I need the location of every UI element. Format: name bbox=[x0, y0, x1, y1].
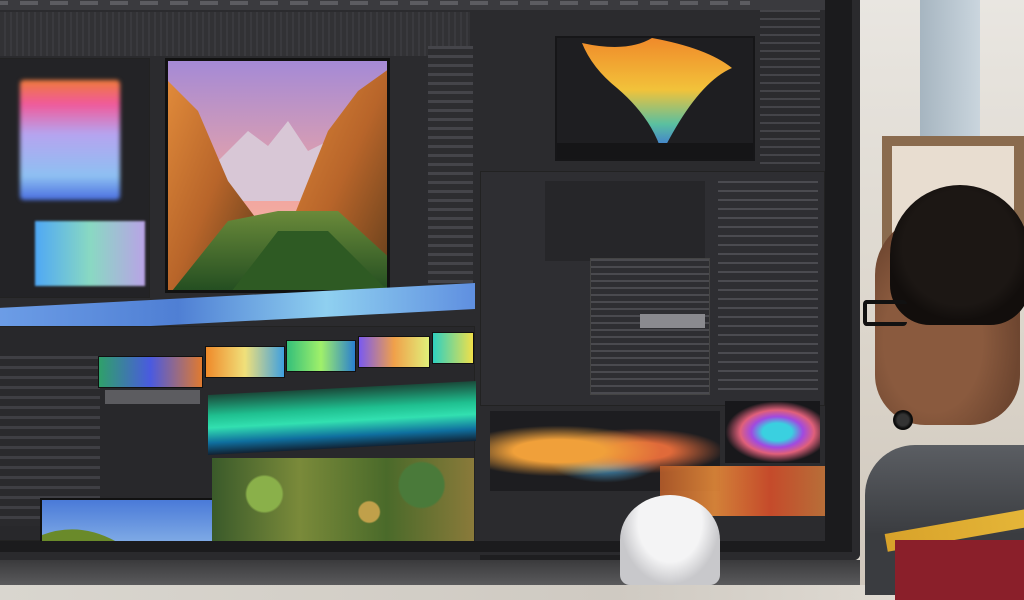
window bbox=[920, 0, 980, 140]
red-shirt bbox=[895, 540, 1024, 600]
desk bbox=[0, 560, 860, 585]
computer-monitor bbox=[0, 0, 860, 560]
menu-items bbox=[0, 1, 750, 5]
toolbar bbox=[0, 12, 470, 56]
effect-preview-panel bbox=[555, 36, 755, 161]
photo-scene bbox=[0, 0, 1024, 600]
glasses bbox=[863, 300, 907, 326]
timeline-clip bbox=[205, 346, 285, 378]
color-splash-preview bbox=[725, 401, 820, 463]
color-burst-image bbox=[557, 38, 753, 159]
timeline-clip bbox=[432, 332, 474, 364]
textured-clip-preview bbox=[212, 458, 474, 541]
hill-image bbox=[42, 500, 212, 541]
timeline-clip bbox=[98, 356, 203, 388]
desk-speaker bbox=[620, 495, 720, 585]
properties-header-block bbox=[545, 181, 705, 261]
timeline-clip bbox=[286, 340, 356, 372]
properties-list bbox=[718, 181, 818, 396]
info-text-column bbox=[760, 10, 820, 170]
panel-scrollbar-column bbox=[428, 46, 473, 286]
editing-software-screen bbox=[0, 0, 825, 541]
blurred-gradient-preview bbox=[20, 80, 120, 200]
hair bbox=[890, 185, 1024, 325]
ear-gauge bbox=[893, 410, 913, 430]
mountain-landscape-image bbox=[168, 61, 387, 290]
small-gradient-preview bbox=[35, 221, 145, 286]
timeline-clip bbox=[358, 336, 430, 368]
person-viewing-monitor bbox=[855, 185, 1024, 600]
selected-property-bar bbox=[640, 314, 705, 328]
program-viewer-mountain-image bbox=[165, 58, 390, 293]
timeline-strip bbox=[105, 390, 200, 404]
landscape-thumbnail bbox=[40, 498, 214, 541]
menu-bar bbox=[0, 0, 825, 10]
